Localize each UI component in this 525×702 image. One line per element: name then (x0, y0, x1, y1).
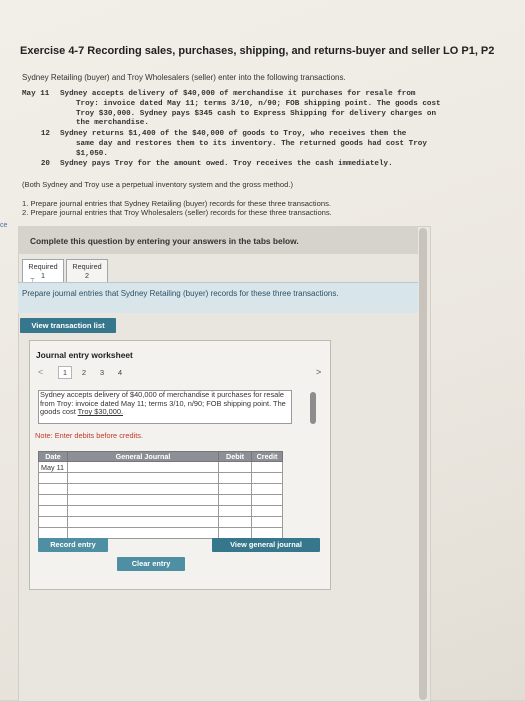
transaction-12: 12 Sydney returns $1,400 of the $40,000 o… (22, 130, 427, 159)
transaction-20: 20 Sydney pays Troy for the amount owed. … (22, 160, 393, 170)
transaction-line: Sydney pays Troy for the amount owed. Tr… (60, 160, 393, 168)
question-prompt: Prepare journal entries that Sydney Reta… (22, 289, 339, 298)
description-scrollbar[interactable] (310, 392, 316, 424)
tab-number: 2 (85, 271, 89, 280)
credit-cell[interactable] (251, 461, 283, 473)
entry-page-3[interactable]: 3 (96, 368, 108, 377)
view-transaction-list-button[interactable]: View transaction list (20, 318, 116, 333)
account-cell[interactable] (67, 505, 219, 517)
account-cell[interactable] (67, 516, 219, 528)
table-row (38, 505, 283, 517)
transaction-date: 20 (40, 160, 50, 168)
account-cell[interactable] (67, 472, 219, 484)
date-cell[interactable] (38, 494, 68, 506)
requirement-2: 2. Prepare journal entries that Troy Who… (22, 208, 332, 217)
entry-page-4[interactable]: 4 (114, 368, 126, 377)
exercise-title: Exercise 4-7 Recording sales, purchases,… (20, 45, 495, 57)
date-cell[interactable] (38, 505, 68, 517)
entry-description: Sydney accepts delivery of $40,000 of me… (40, 390, 290, 417)
requirement-1: 1. Prepare journal entries that Sydney R… (22, 199, 331, 208)
tab-required-1[interactable]: Required 1 (22, 259, 64, 283)
instruction-text: Complete this question by entering your … (30, 236, 299, 246)
worksheet-title: Journal entry worksheet (36, 350, 133, 360)
table-row (38, 494, 283, 506)
account-cell[interactable] (67, 461, 219, 473)
side-label: ce (0, 222, 8, 229)
transaction-line: Sydney returns $1,400 of the $40,000 of … (60, 130, 407, 138)
table-row: May 11 (38, 461, 283, 473)
account-cell[interactable] (67, 494, 219, 506)
tab-label: Required (28, 262, 58, 271)
table-row (38, 483, 283, 495)
record-entry-button[interactable]: Record entry (38, 538, 108, 552)
inventory-note: (Both Sydney and Troy use a perpetual in… (22, 180, 293, 189)
transaction-line: Troy $30,000. Sydney pays $345 cash to E… (76, 109, 437, 118)
account-cell[interactable] (67, 527, 219, 539)
column-header-debit: Debit (218, 451, 252, 462)
next-entry-icon[interactable]: > (316, 367, 321, 377)
debit-cell[interactable] (218, 505, 252, 517)
date-cell[interactable] (38, 516, 68, 528)
debit-cell[interactable] (218, 516, 252, 528)
entry-page-2[interactable]: 2 (78, 368, 90, 377)
table-row (38, 516, 283, 528)
date-cell[interactable]: May 11 (38, 461, 68, 473)
credit-cell[interactable] (251, 527, 283, 539)
credit-cell[interactable] (251, 483, 283, 495)
transaction-line: $1,050. (76, 149, 108, 158)
date-cell[interactable] (38, 472, 68, 484)
account-cell[interactable] (67, 483, 219, 495)
column-header-credit: Credit (251, 451, 283, 462)
credit-cell[interactable] (251, 516, 283, 528)
transaction-date: 12 (40, 130, 50, 138)
transaction-line: same day and restores them to its invent… (76, 139, 427, 148)
transaction-date: May 11 (22, 90, 50, 98)
page-scrollbar[interactable] (419, 228, 427, 700)
transaction-may-11: May 11 Sydney accepts delivery of $40,000… (22, 90, 441, 129)
entry-description-underlined: Troy $30,000. (77, 407, 124, 417)
journal-table: Date General Journal Debit Credit May 11 (38, 451, 283, 539)
credit-cell[interactable] (251, 472, 283, 484)
column-header-date: Date (38, 451, 68, 462)
table-row (38, 472, 283, 484)
column-header-general-journal: General Journal (67, 451, 219, 462)
date-cell[interactable] (38, 527, 68, 539)
view-general-journal-button[interactable]: View general journal (212, 538, 320, 552)
debits-note: Note: Enter debits before credits. (35, 431, 144, 440)
date-cell[interactable] (38, 483, 68, 495)
credit-cell[interactable] (251, 494, 283, 506)
tab-required-2[interactable]: Required 2 (66, 259, 108, 283)
transaction-line: Sydney accepts delivery of $40,000 of me… (60, 90, 416, 98)
debit-cell[interactable] (218, 494, 252, 506)
entry-page-1[interactable]: 1 (58, 366, 72, 379)
credit-cell[interactable] (251, 505, 283, 517)
debit-cell[interactable] (218, 483, 252, 495)
debit-cell[interactable] (218, 527, 252, 539)
transaction-line: the merchandise. (76, 119, 149, 128)
transaction-line: Troy: invoice dated May 11; terms 3/10, … (76, 99, 441, 108)
table-row (38, 527, 283, 539)
debit-cell[interactable] (218, 472, 252, 484)
tab-number: 1 (41, 271, 45, 280)
exercise-intro: Sydney Retailing (buyer) and Troy Wholes… (22, 73, 346, 82)
debit-cell[interactable] (218, 461, 252, 473)
tab-label: Required (72, 262, 102, 271)
prev-entry-icon[interactable]: < (38, 367, 43, 377)
clear-entry-button[interactable]: Clear entry (117, 557, 185, 571)
